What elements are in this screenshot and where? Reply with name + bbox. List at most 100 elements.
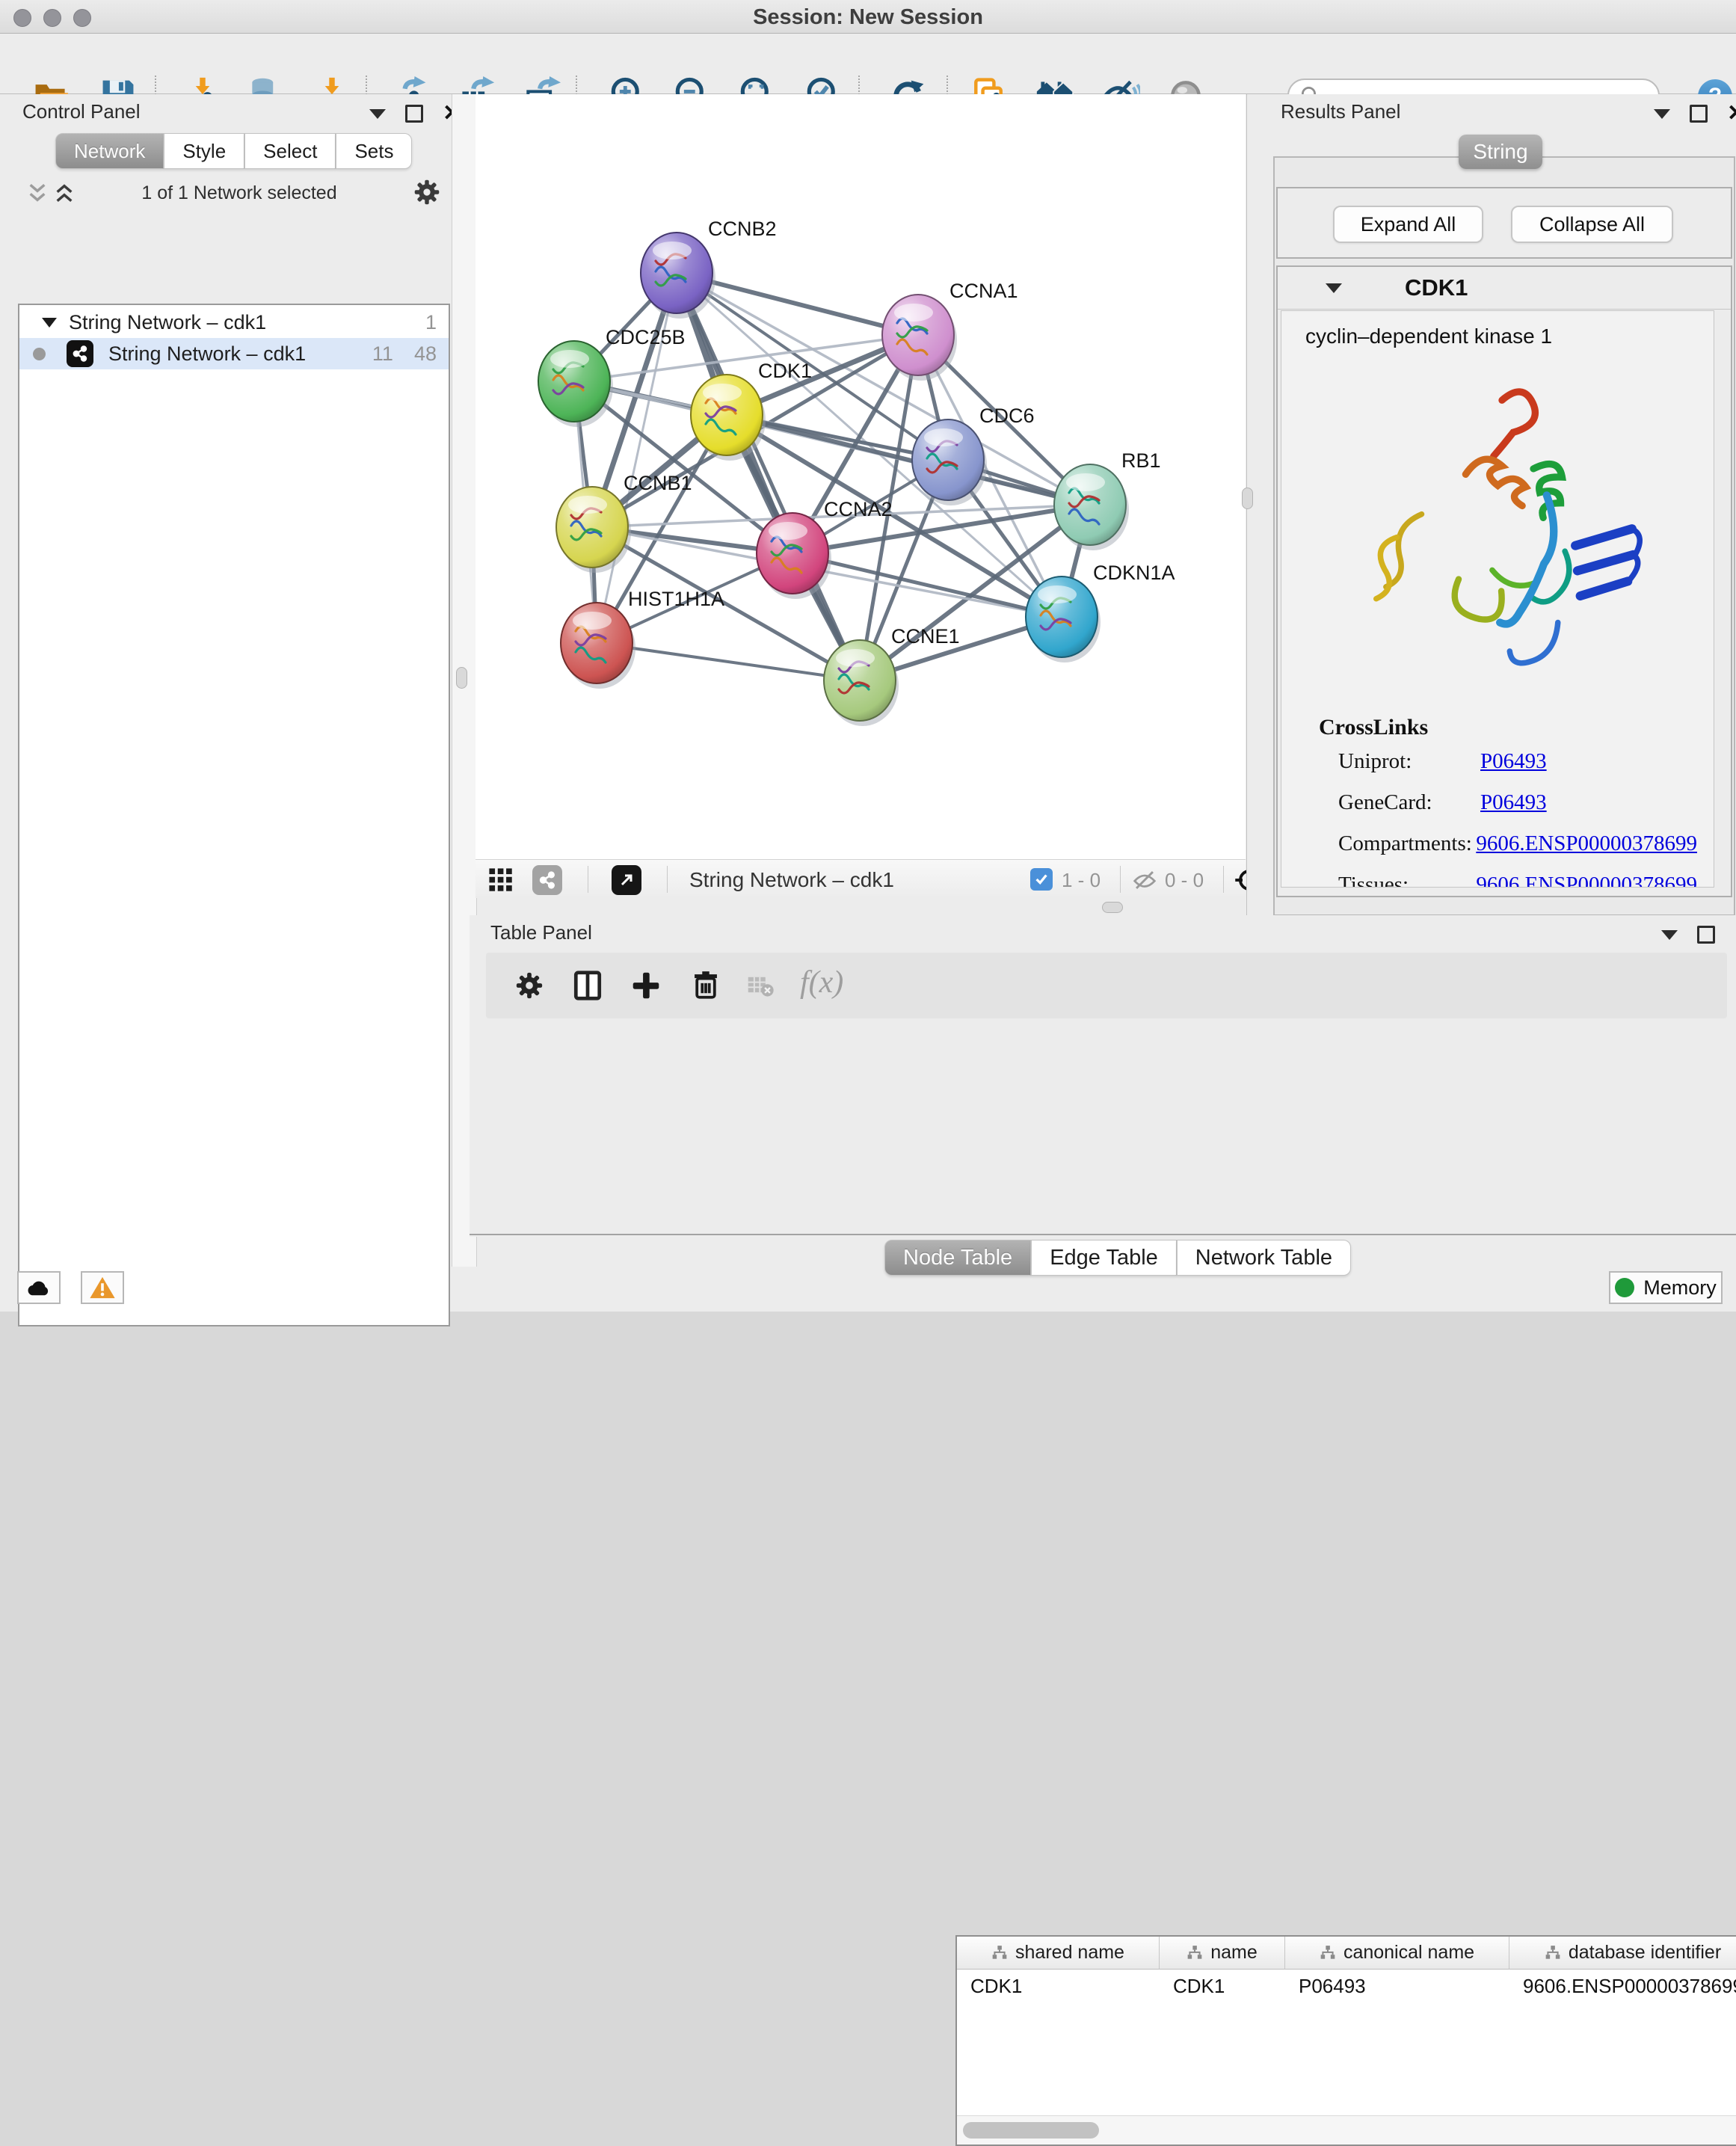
network-node-HIST1H1A[interactable]: HIST1H1A bbox=[561, 588, 724, 689]
open-in-window-button[interactable] bbox=[612, 865, 641, 895]
network-edge-CDK1-RB1[interactable] bbox=[727, 415, 1090, 505]
tab-node-table[interactable]: Node Table bbox=[884, 1240, 1031, 1276]
collapse-all-label: Collapse All bbox=[1539, 213, 1645, 236]
tab-select[interactable]: Select bbox=[244, 133, 336, 169]
crosslink-link[interactable]: P06493 bbox=[1480, 749, 1547, 774]
results-panel-float-icon[interactable] bbox=[1690, 105, 1708, 123]
table-row[interactable]: CDK1CDK1P064939606.ENSP00000378699cyclin… bbox=[957, 1970, 1736, 2002]
network-collection-row[interactable]: String Network – cdk1 1 bbox=[19, 307, 449, 338]
tree-expand-icon[interactable] bbox=[42, 318, 57, 328]
warning-status-button[interactable] bbox=[81, 1271, 124, 1304]
table-gear-button[interactable] bbox=[514, 971, 544, 1000]
right-splitter-handle[interactable] bbox=[1242, 488, 1253, 509]
tab-edge-table[interactable]: Edge Table bbox=[1031, 1240, 1177, 1276]
network-canvas[interactable]: CCNB2CCNA1CDC25BCDK1CDC6RB1CCNB1CCNA2CDK… bbox=[475, 94, 1246, 859]
panel-divider bbox=[470, 1234, 1736, 1235]
node-label-HIST1H1A: HIST1H1A bbox=[628, 588, 724, 610]
table-panel-float-icon[interactable] bbox=[1697, 926, 1715, 944]
cloud-status-button[interactable] bbox=[17, 1271, 61, 1304]
network-view-toolbar: String Network – cdk1 1 - 0 0 - 0 bbox=[475, 859, 1246, 898]
crosslink-row: Tissues:9606.ENSP00000378699 bbox=[1338, 873, 1697, 888]
table-cell: P06493 bbox=[1285, 1970, 1509, 2002]
network-row-label: String Network – cdk1 bbox=[108, 342, 306, 366]
network-panel-gear-button[interactable] bbox=[413, 178, 441, 206]
tab-style[interactable]: Style bbox=[164, 133, 244, 169]
expand-all-tree-button[interactable] bbox=[52, 181, 76, 205]
table-hscrollbar[interactable] bbox=[957, 2115, 1736, 2145]
crosslink-link[interactable]: 9606.ENSP00000378699 bbox=[1476, 831, 1697, 856]
bottom-splitter-handle[interactable] bbox=[1102, 902, 1123, 913]
tab-network[interactable]: Network bbox=[55, 133, 164, 169]
crosslink-row: Uniprot:P06493 bbox=[1338, 749, 1697, 774]
results-panel-menu-icon[interactable] bbox=[1654, 109, 1670, 119]
column-header-shared-name[interactable]: shared name bbox=[957, 1937, 1160, 1970]
edge-count: 48 bbox=[414, 342, 437, 366]
results-panel-title: Results Panel bbox=[1281, 100, 1400, 123]
create-column-button[interactable] bbox=[630, 969, 662, 1002]
results-panel-close-icon[interactable]: ✕ bbox=[1727, 106, 1736, 121]
network-node-CDKN1A[interactable]: CDKN1A bbox=[1026, 562, 1175, 662]
function-builder-button: f(x) bbox=[800, 965, 843, 1000]
expand-collapse-bar: Expand All Collapse All bbox=[1276, 187, 1732, 259]
protein-section: CDK1 cyclin–dependent kinase 1 bbox=[1276, 265, 1732, 897]
expand-all-label: Expand All bbox=[1361, 213, 1456, 236]
protein-structure-image bbox=[1349, 371, 1655, 692]
section-collapse-icon[interactable] bbox=[1326, 283, 1342, 293]
control-panel-menu-icon[interactable] bbox=[369, 109, 386, 119]
main-toolbar: ? bbox=[0, 34, 1736, 94]
table-panel: Table Panel ✕ bbox=[470, 915, 1736, 1237]
collapse-all-button[interactable]: Collapse All bbox=[1511, 206, 1673, 243]
selected-checkbox[interactable] bbox=[1030, 868, 1053, 891]
control-panel-title: Control Panel bbox=[22, 100, 141, 123]
memory-status-dot bbox=[1615, 1278, 1634, 1297]
grid-view-button[interactable] bbox=[488, 867, 514, 893]
node-label-CCNE1: CCNE1 bbox=[891, 625, 960, 648]
left-splitter-handle[interactable] bbox=[456, 667, 467, 689]
column-header-canonical-name[interactable]: canonical name bbox=[1285, 1937, 1509, 1970]
network-type-icon bbox=[532, 865, 562, 895]
network-node-CDC6[interactable]: CDC6 bbox=[912, 405, 1035, 505]
protein-section-header[interactable]: CDK1 bbox=[1278, 267, 1731, 310]
network-node-CCNE1[interactable]: CCNE1 bbox=[824, 625, 960, 726]
network-edge-HIST1H1A-CCNE1[interactable] bbox=[597, 643, 860, 680]
tab-sets[interactable]: Sets bbox=[336, 133, 412, 169]
gear-icon bbox=[413, 178, 441, 206]
select-columns-button[interactable] bbox=[571, 969, 604, 1002]
crosslink-link[interactable]: P06493 bbox=[1480, 790, 1547, 815]
crosslink-row: GeneCard:P06493 bbox=[1338, 790, 1697, 815]
collapse-all-tree-button[interactable] bbox=[25, 181, 49, 205]
cloud-icon bbox=[25, 1276, 52, 1299]
collection-count: 1 bbox=[425, 311, 437, 334]
table-cell: CDK1 bbox=[1160, 1970, 1285, 2002]
table-cell: 9606.ENSP00000378699 bbox=[1509, 1970, 1736, 2002]
delete-table-button bbox=[746, 974, 775, 999]
network-row-selected[interactable]: String Network – cdk1 11 48 bbox=[19, 338, 449, 369]
toolbar-separator bbox=[667, 866, 668, 893]
delete-column-button[interactable] bbox=[689, 969, 722, 1002]
tab-network-table[interactable]: Network Table bbox=[1177, 1240, 1351, 1276]
expand-all-button[interactable]: Expand All bbox=[1333, 206, 1483, 243]
protein-name: CDK1 bbox=[1405, 274, 1468, 301]
crosslink-label: GeneCard: bbox=[1338, 790, 1480, 815]
column-header-name[interactable]: name bbox=[1160, 1937, 1285, 1970]
column-header-label: database identifier bbox=[1569, 1942, 1721, 1964]
crosslink-label: Tissues: bbox=[1338, 873, 1476, 888]
network-node-CCNB2[interactable]: CCNB2 bbox=[641, 218, 777, 319]
network-node-RB1[interactable]: RB1 bbox=[1054, 449, 1161, 550]
toolbar-separator bbox=[1120, 866, 1121, 893]
table-hscrollbar-thumb[interactable] bbox=[963, 2122, 1099, 2139]
column-header-database-identifier[interactable]: database identifier bbox=[1509, 1937, 1736, 1970]
table-panel-menu-icon[interactable] bbox=[1661, 930, 1678, 940]
results-scrollbar-track[interactable] bbox=[1714, 310, 1728, 888]
control-panel-float-icon[interactable] bbox=[405, 105, 423, 123]
hidden-count-label: 0 - 0 bbox=[1165, 869, 1204, 892]
crosslink-link[interactable]: 9606.ENSP00000378699 bbox=[1476, 873, 1697, 888]
window-title: Session: New Session bbox=[0, 5, 1736, 30]
node-label-CCNB1: CCNB1 bbox=[624, 472, 692, 494]
memory-button[interactable]: Memory bbox=[1609, 1271, 1723, 1304]
tab-string[interactable]: String bbox=[1459, 135, 1542, 169]
selected-count-label: 1 - 0 bbox=[1062, 869, 1101, 892]
hidden-eye-slash-icon bbox=[1132, 869, 1157, 891]
string-network-icon bbox=[67, 340, 93, 367]
warning-icon bbox=[89, 1276, 116, 1300]
